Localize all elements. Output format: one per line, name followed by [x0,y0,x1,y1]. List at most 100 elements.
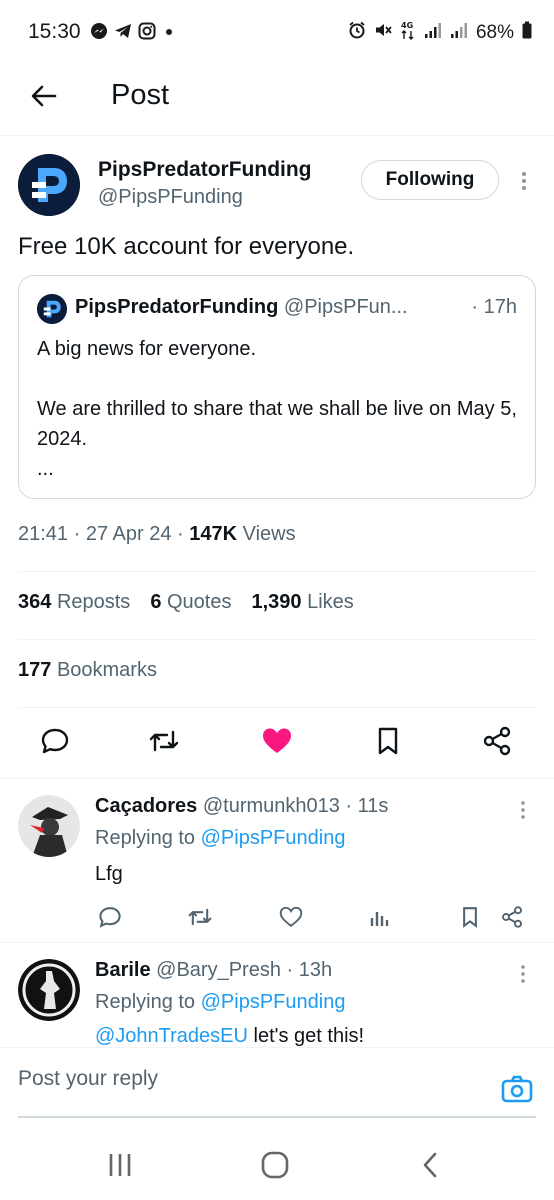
meta-separator: · [68,523,86,545]
home-button[interactable] [255,1148,295,1182]
quote-line: A big news for everyone. [37,338,257,360]
user-avatar-icon [18,959,80,1021]
reply-button[interactable] [96,903,124,931]
alarm-icon [348,21,366,45]
share-button[interactable] [498,903,526,931]
reposts-label: Reposts [56,591,131,613]
reply-item[interactable]: Caçadores @turmunkh013 · 11s Replying to… [0,778,554,942]
status-left-icons [90,22,176,45]
more-options-button[interactable] [515,961,531,987]
avatar[interactable] [18,795,80,857]
reply-underline [18,1116,536,1118]
quotes-label: Quotes [167,591,232,613]
replying-handle-link[interactable]: @PipsPFunding [201,991,346,1013]
mute-icon [374,21,392,45]
reply-header: Barile @Bary_Presh · 13h [95,959,332,982]
divider [18,707,536,708]
bookmark-button[interactable] [456,903,484,931]
post-date: 27 Apr 24 [85,523,172,545]
reply-time: · 13h [280,959,333,981]
repost-button[interactable] [186,903,214,931]
author-name[interactable]: PipsPredatorFunding [98,158,312,182]
replying-handle-link[interactable]: @PipsPFunding [201,827,346,849]
replying-to: Replying to @PipsPFunding [95,827,345,850]
recent-apps-icon [109,1154,131,1176]
reply-time: · 11s [339,795,389,817]
quote-header: PipsPredatorFunding @PipsPFun... [75,296,408,319]
home-icon [261,1151,289,1179]
camera-icon [501,1075,533,1103]
share-button[interactable] [480,724,514,758]
messenger-icon [90,22,108,45]
reply-author-handle[interactable]: @Bary_Presh [156,959,281,981]
reply-actions [0,903,554,933]
brand-logo-icon [18,154,80,216]
following-button[interactable]: Following [361,160,499,200]
reply-input[interactable] [18,1060,478,1098]
meta-separator: · [171,523,190,545]
bookmark-button[interactable] [371,724,405,758]
4g-icon: 4G [400,20,416,46]
bookmark-icon [463,907,477,928]
quote-author-handle: @PipsPFun... [283,296,408,318]
reply-author-handle[interactable]: @turmunkh013 [203,795,340,817]
quotes-count: 6 [150,591,162,613]
like-button[interactable] [260,724,294,758]
repost-icon [149,730,179,752]
share-icon [483,726,511,756]
reposts-stat[interactable]: 364 Reposts [18,591,130,614]
post-time: 21:41 [18,523,69,545]
heart-filled-icon [263,728,291,753]
repost-button[interactable] [147,724,181,758]
reply-author-name[interactable]: Caçadores [95,795,197,817]
signal-icon [424,21,442,45]
views-label: Views [242,523,296,545]
recent-apps-button[interactable] [100,1148,140,1182]
quoted-post[interactable]: PipsPredatorFunding @PipsPFun... · 17h A… [18,275,536,499]
reply-text-body: let's get this! [247,1025,365,1047]
user-avatar-icon [18,795,80,857]
reply-item[interactable]: Barile @Bary_Presh · 13h Replying to @Pi… [0,942,554,1047]
avatar[interactable] [18,154,80,216]
comment-icon [99,907,121,928]
like-button[interactable] [277,903,305,931]
reply-button[interactable] [38,724,72,758]
back-nav-button[interactable] [410,1148,450,1182]
post-stats: 364 Reposts 6 Quotes 1,390 Likes [18,591,354,614]
quotes-stat[interactable]: 6 Quotes [150,591,231,614]
header: Post [0,64,554,136]
telegram-icon [114,22,132,45]
page-title: Post [111,79,170,111]
likes-count: 1,390 [251,591,302,613]
svg-text:4G: 4G [401,21,413,30]
likes-stat[interactable]: 1,390 Likes [251,591,353,614]
more-options-button[interactable] [514,166,534,196]
analytics-button[interactable] [366,903,394,931]
replying-label: Replying to [95,991,201,1013]
signal-icon [450,21,468,45]
quote-body: A big news for everyone. We are thrilled… [37,334,517,484]
reply-composer [0,1047,554,1119]
repost-icon [188,908,212,926]
bookmarks-stat[interactable]: 177 Bookmarks [18,659,157,682]
heart-icon [279,906,303,927]
mention-link[interactable]: @JohnTradesEU [95,1025,248,1047]
post-meta: 21:41 · 27 Apr 24 · 147K Views [18,523,296,546]
brand-logo-icon [37,294,67,324]
avatar[interactable] [18,959,80,1021]
camera-button[interactable] [500,1072,534,1106]
replying-label: Replying to [95,827,201,849]
author-handle[interactable]: @PipsPFunding [98,186,243,209]
back-button[interactable] [26,78,62,114]
more-vertical-icon [522,172,526,190]
analytics-icon [370,912,389,926]
dot-icon [162,22,176,45]
more-options-button[interactable] [515,797,531,823]
comment-icon [41,728,69,754]
reply-text: @JohnTradesEU let's get this! [95,1025,364,1047]
post-text: Free 10K account for everyone. [18,233,355,260]
divider [18,639,536,640]
status-time: 15:30 [28,20,81,43]
reply-author-name[interactable]: Barile [95,959,151,981]
status-right-icons: 4G 68% [348,20,532,46]
